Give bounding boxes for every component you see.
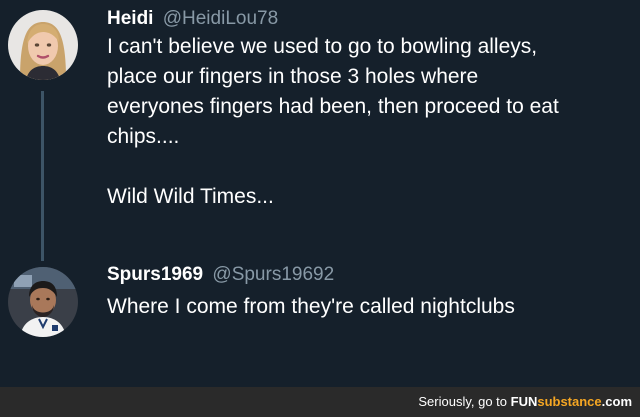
woman-portrait-icon <box>8 10 78 80</box>
watermark-prefix: Seriously, go to <box>418 394 511 409</box>
funsubstance-watermark[interactable]: Seriously, go to FUNsubstance.com <box>418 393 632 411</box>
tweet-text: Where I come from they're called nightcl… <box>107 295 515 318</box>
tweet-header-heidi: Heidi @HeidiLou78 <box>107 7 278 31</box>
handle[interactable]: @HeidiLou78 <box>163 8 278 29</box>
tweet-header-spurs1969: Spurs1969 @Spurs19692 <box>107 263 334 287</box>
avatar-spurs1969[interactable] <box>8 267 78 337</box>
display-name[interactable]: Heidi <box>107 8 153 29</box>
watermark-bar: Seriously, go to FUNsubstance.com <box>0 387 640 417</box>
watermark-brand-substance: substance <box>537 394 602 409</box>
tweet-spurs1969[interactable]: Spurs1969 @Spurs19692 Where I come from … <box>0 262 640 372</box>
thread-connector <box>41 91 44 261</box>
display-name[interactable]: Spurs1969 <box>107 264 203 285</box>
handle[interactable]: @Spurs19692 <box>212 264 334 285</box>
tweet-heidi[interactable]: Heidi @HeidiLou78 I can't believe we use… <box>0 0 640 262</box>
watermark-brand-fun: FUN <box>510 394 538 409</box>
avatar-heidi[interactable] <box>8 10 78 80</box>
watermark-brand-suffix: .com <box>601 394 632 409</box>
man-portrait-icon <box>8 267 78 337</box>
watermark-brand: FUNsubstance.com <box>511 394 632 409</box>
tweet-text: I can't believe we used to go to bowling… <box>107 35 559 208</box>
